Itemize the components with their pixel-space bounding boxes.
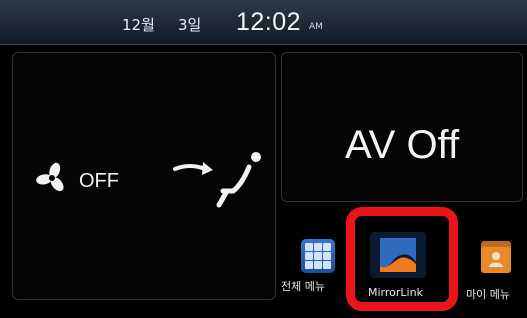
status-ampm: AM (309, 22, 323, 32)
fan-icon (36, 162, 64, 192)
mirrorlink-highlight-box (346, 207, 458, 311)
folder-icon (481, 241, 511, 273)
fan-status: OFF (79, 170, 119, 192)
status-clock: 12:02 (236, 8, 302, 36)
av-status: AV Off (344, 123, 460, 167)
av-widget[interactable]: AV Off (281, 52, 523, 202)
climate-widget[interactable]: OFF (12, 52, 276, 300)
my-menu-label: 마이 메뉴 (466, 288, 510, 301)
grid-menu-icon (301, 239, 335, 273)
all-menu-label: 전체 메뉴 (281, 280, 325, 293)
seat-airflow-icon (173, 152, 261, 208)
status-month: 12월 (122, 16, 155, 34)
status-bar: 12월 3일 12:02 AM (0, 0, 527, 45)
status-day: 3일 (178, 16, 202, 34)
